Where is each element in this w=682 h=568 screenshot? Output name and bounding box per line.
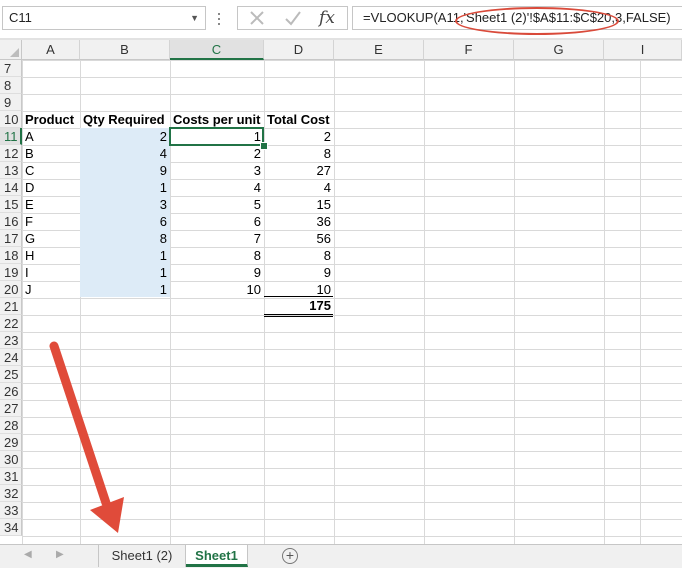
- add-sheet-icon[interactable]: +: [282, 548, 298, 564]
- tab-sheet1-2[interactable]: Sheet1 (2): [98, 545, 186, 567]
- tab-sheet1[interactable]: Sheet1: [186, 545, 248, 567]
- annotation-arrow: [49, 341, 124, 533]
- sheet-tab-bar: ◀ ▶ Sheet1 (2) Sheet1 +: [0, 544, 682, 568]
- scroll-right-icon[interactable]: ▶: [56, 549, 64, 560]
- scroll-left-icon[interactable]: ◀: [24, 549, 32, 560]
